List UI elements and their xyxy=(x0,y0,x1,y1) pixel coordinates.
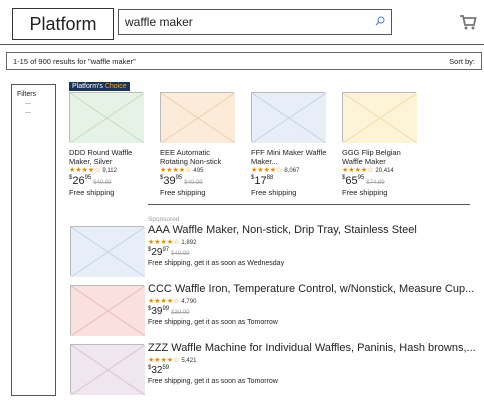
filters-title: Filters xyxy=(17,91,37,98)
product-price: $6595$74.99 xyxy=(342,175,385,187)
search-input[interactable]: waffle maker xyxy=(125,15,369,29)
old-price: $49.99 xyxy=(93,180,112,186)
rating-stars: ★★★★☆ 5,421 xyxy=(148,357,197,364)
product-thumbnail[interactable] xyxy=(251,92,326,143)
rating-stars: ★★★★☆ 495 xyxy=(160,167,204,174)
platform-logo[interactable]: Platform xyxy=(12,8,114,40)
rating-stars: ★★★★☆ 1,892 xyxy=(148,239,197,246)
list-item[interactable]: AAA Waffle Maker, Non-stick, Drip Tray, … xyxy=(148,224,478,267)
product-price: $2997$49.99 xyxy=(148,247,190,258)
search-bar[interactable]: waffle maker xyxy=(118,9,392,35)
product-thumbnail[interactable] xyxy=(70,285,145,336)
choice-product-card[interactable]: DDD Round Waffle Maker, Silver ★★★★☆ 9,112… xyxy=(69,92,145,197)
filters-panel: Filters ... ... xyxy=(11,84,56,396)
product-price: $1788 xyxy=(251,175,274,187)
filter-item[interactable]: ... xyxy=(25,107,50,116)
product-price: $3259 xyxy=(148,365,170,376)
sort-by-dropdown[interactable]: Sort by: xyxy=(449,57,475,66)
product-title[interactable]: GGG Flip Belgian Waffle Maker xyxy=(342,148,418,166)
product-title[interactable]: ZZZ Waffle Machine for Individual Waffle… xyxy=(148,342,478,354)
review-count[interactable]: 4,790 xyxy=(181,299,196,305)
product-thumbnail[interactable] xyxy=(70,226,145,277)
rating-stars: ★★★★☆ 20,414 xyxy=(342,167,394,174)
choice-product-card[interactable]: FFF Mini Maker Waffle Maker... ★★★★☆ 8,067… xyxy=(251,92,327,197)
rating-stars: ★★★★☆ 9,112 xyxy=(69,167,117,174)
header-divider xyxy=(0,44,484,45)
search-icon[interactable] xyxy=(369,15,391,29)
review-count[interactable]: 20,414 xyxy=(375,168,393,174)
shipping-info: Free shipping, get it as soon as Wednesd… xyxy=(148,260,285,267)
results-summary: 1-15 of 900 results for "waffle maker" xyxy=(13,56,136,66)
cart-icon[interactable] xyxy=(458,12,478,32)
choice-product-card[interactable]: EEE Automatic Rotating Non-stick ★★★★☆ 495… xyxy=(160,92,236,197)
rating-stars: ★★★★☆ 8,067 xyxy=(251,167,300,174)
shipping-info: Free shipping xyxy=(342,188,388,197)
product-thumbnail[interactable] xyxy=(342,92,417,143)
product-title[interactable]: EEE Automatic Rotating Non-stick xyxy=(160,148,236,166)
shipping-info: Free shipping xyxy=(69,188,115,197)
old-price: $49.99 xyxy=(171,251,190,257)
product-price: $3999$39.99 xyxy=(148,306,190,317)
product-title[interactable]: CCC Waffle Iron, Temperature Control, w/… xyxy=(148,283,478,295)
section-divider xyxy=(148,204,470,205)
old-price: $39.99 xyxy=(171,310,190,316)
product-title[interactable]: AAA Waffle Maker, Non-stick, Drip Tray, … xyxy=(148,224,478,236)
choice-product-card[interactable]: GGG Flip Belgian Waffle Maker ★★★★☆ 20,414… xyxy=(342,92,418,197)
product-title[interactable]: DDD Round Waffle Maker, Silver xyxy=(69,148,145,166)
sponsored-label: Sponsored xyxy=(148,216,180,223)
review-count[interactable]: 5,421 xyxy=(181,358,196,364)
product-thumbnail[interactable] xyxy=(160,92,235,143)
rating-stars: ★★★★☆ 4,790 xyxy=(148,298,197,305)
shipping-info: Free shipping xyxy=(160,188,206,197)
filter-item[interactable]: ... xyxy=(25,98,50,107)
list-item[interactable]: ZZZ Waffle Machine for Individual Waffle… xyxy=(148,342,478,385)
shipping-info: Free shipping xyxy=(251,188,297,197)
shipping-info: Free shipping, get it as soon as Tomorro… xyxy=(148,319,278,326)
review-count[interactable]: 8,067 xyxy=(284,168,299,174)
choice-badge: Platform's Choice xyxy=(69,82,130,91)
review-count[interactable]: 9,112 xyxy=(102,168,117,174)
product-thumbnail[interactable] xyxy=(70,344,145,395)
results-bar: 1-15 of 900 results for "waffle maker" S… xyxy=(6,52,482,70)
old-price: $74.99 xyxy=(366,180,385,186)
product-thumbnail[interactable] xyxy=(69,92,144,143)
old-price: $49.99 xyxy=(184,180,203,186)
list-item[interactable]: CCC Waffle Iron, Temperature Control, w/… xyxy=(148,283,478,326)
review-count[interactable]: 495 xyxy=(193,168,203,174)
review-count[interactable]: 1,892 xyxy=(181,240,196,246)
product-title[interactable]: FFF Mini Maker Waffle Maker... xyxy=(251,148,327,166)
product-price: $2695$49.99 xyxy=(69,175,112,187)
shipping-info: Free shipping, get it as soon as Tomorro… xyxy=(148,378,278,385)
product-price: $3995$49.99 xyxy=(160,175,203,187)
